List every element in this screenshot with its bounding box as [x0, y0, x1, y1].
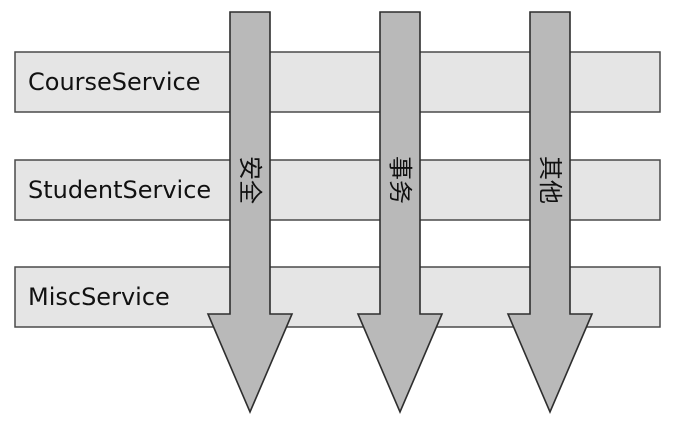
aspect-label-security: 安全	[236, 156, 264, 204]
service-label-course: CourseService	[28, 68, 201, 96]
aspect-label-transaction: 事务	[386, 156, 414, 204]
aop-diagram: CourseService StudentService MiscService…	[0, 0, 680, 430]
aspect-label-other: 其他	[536, 156, 564, 204]
service-label-misc: MiscService	[28, 283, 170, 311]
diagram-canvas: CourseService StudentService MiscService…	[14, 11, 661, 415]
service-label-student: StudentService	[28, 176, 211, 204]
